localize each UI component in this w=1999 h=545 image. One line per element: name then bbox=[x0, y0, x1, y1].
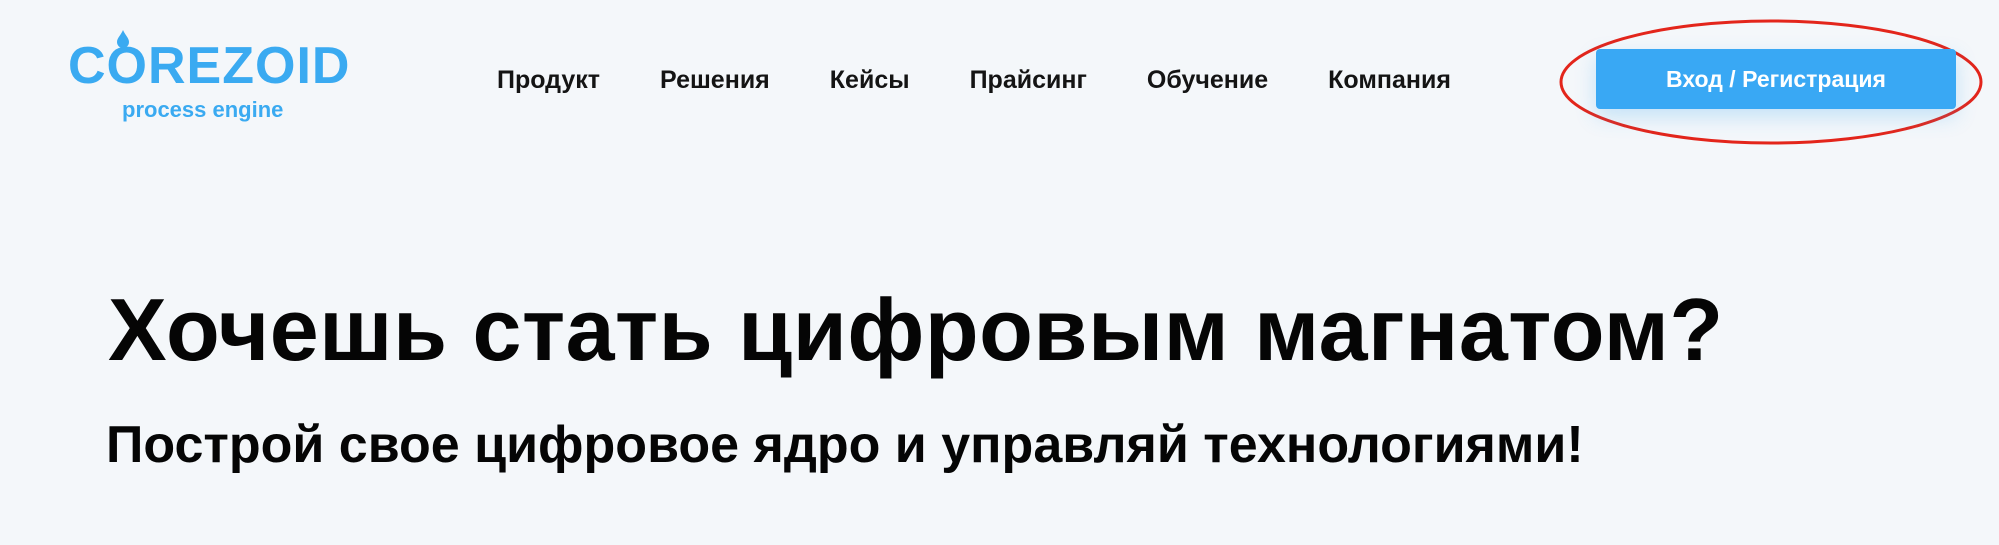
main-nav: Продукт Решения Кейсы Прайсинг Обучение … bbox=[497, 60, 1451, 100]
site-header: COREZOID process engine Продукт Решения … bbox=[0, 0, 1999, 150]
nav-item-company[interactable]: Компания bbox=[1328, 60, 1451, 100]
nav-item-product[interactable]: Продукт bbox=[497, 60, 600, 100]
nav-item-pricing[interactable]: Прайсинг bbox=[970, 60, 1087, 100]
login-register-button[interactable]: Вход / Регистрация bbox=[1596, 49, 1956, 109]
brand-tagline: process engine bbox=[122, 97, 284, 122]
brand-logo[interactable]: COREZOID process engine bbox=[68, 30, 351, 130]
hero-subtitle: Построй свое цифровое ядро и управляй те… bbox=[106, 416, 1584, 474]
auth-highlight-group: Вход / Регистрация bbox=[1556, 16, 1986, 148]
brand-name: COREZOID bbox=[68, 37, 351, 95]
nav-item-solutions[interactable]: Решения bbox=[660, 60, 770, 100]
nav-item-cases[interactable]: Кейсы bbox=[830, 60, 910, 100]
hero-title: Хочешь стать цифровым магнатом? bbox=[108, 280, 1724, 379]
nav-item-learning[interactable]: Обучение bbox=[1147, 60, 1268, 100]
